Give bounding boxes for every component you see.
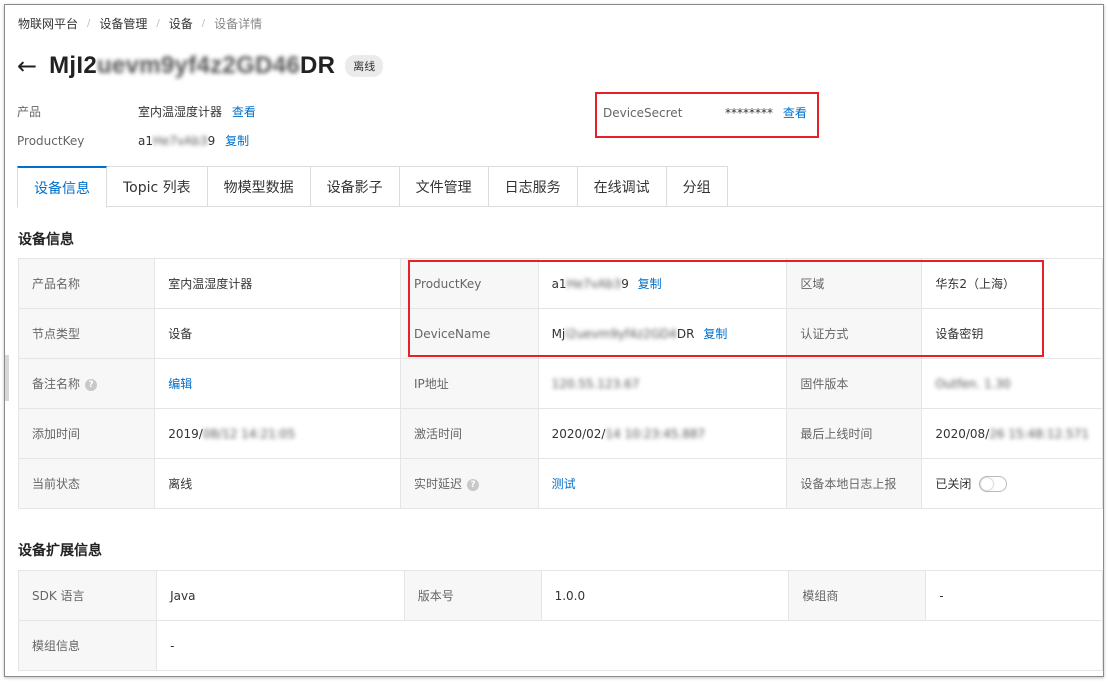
product-name-value: 室内温湿度计器 — [154, 258, 401, 309]
activated-time-value: 2020/02/14 10:23:45.887 — [537, 408, 788, 459]
cell-label: IP地址 — [400, 358, 539, 409]
table-row: 当前状态 离线 实时延迟? 测试 设备本地日志上报 已关闭 — [17, 458, 1103, 509]
node-type-value: 设备 — [154, 308, 401, 359]
title-blurred: uevm9yf4z2GD46 — [97, 52, 300, 79]
cell-label: 产品名称 — [17, 258, 156, 309]
breadcrumb-devices[interactable]: 设备 — [169, 15, 193, 32]
tab-bar: 设备信息 Topic 列表 物模型数据 设备影子 文件管理 日志服务 在线调试 … — [17, 166, 1103, 208]
table-row: 模组信息 - — [17, 620, 1103, 671]
tab-groups[interactable]: 分组 — [666, 166, 728, 207]
local-log-cell: 已关闭 — [921, 458, 1103, 509]
help-icon[interactable]: ? — [85, 378, 98, 391]
cell-label: 节点类型 — [17, 308, 156, 359]
breadcrumb: 物联网平台 / 设备管理 / 设备 / 设备详情 — [18, 15, 262, 32]
breadcrumb-separator: / — [201, 18, 206, 29]
device-info-title: 设备信息 — [18, 232, 74, 248]
ext-info-title: 设备扩展信息 — [18, 543, 102, 559]
breadcrumb-separator: / — [156, 18, 160, 29]
breadcrumb-iot-platform[interactable]: 物联网平台 — [18, 15, 78, 32]
ip-address-value: 120.55.123.67 — [537, 358, 788, 409]
cell-label: 添加时间 — [17, 408, 156, 459]
tab-file-management[interactable]: 文件管理 — [399, 166, 489, 207]
tab-device-info[interactable]: 设备信息 — [17, 166, 107, 208]
breadcrumb-device-management[interactable]: 设备管理 — [99, 15, 147, 32]
back-arrow-icon[interactable]: ← — [17, 54, 37, 78]
status-badge: 离线 — [345, 55, 384, 77]
product-label: 产品 — [17, 105, 42, 119]
last-online-time-value: 2020/08/26 15:48:12.571 — [921, 408, 1103, 459]
help-icon[interactable]: ? — [467, 478, 480, 491]
cell-label: 固件版本 — [786, 358, 923, 409]
ext-info-table: SDK 语言 Java 版本号 1.0.0 模组商 - 模组信息 - — [17, 570, 1103, 671]
meta-productkey: ProductKey a1He7vAb39 复制 — [17, 132, 249, 149]
page-header: ← MjI2uevm9yf4z2GD46DR 离线 — [17, 52, 384, 80]
page-title: MjI2uevm9yf4z2GD46DR — [49, 52, 335, 80]
table-row: 添加时间 2019/08/12 14:21:05 激活时间 2020/02/14… — [17, 408, 1103, 459]
remark-cell: 编辑 — [154, 358, 401, 409]
tab-online-debug[interactable]: 在线调试 — [577, 166, 667, 207]
cell-label: 模组商 — [788, 570, 927, 621]
productkey-label: ProductKey — [17, 134, 85, 148]
scroll-handle[interactable] — [5, 355, 9, 401]
highlight-box — [595, 92, 819, 138]
module-vendor-value: - — [925, 570, 1103, 621]
current-status-value: 离线 — [154, 458, 401, 509]
breadcrumb-separator: / — [87, 18, 91, 29]
firmware-version-value: Outfen. 1.30 — [921, 358, 1103, 409]
tab-topic-list[interactable]: Topic 列表 — [107, 166, 208, 207]
title-end: DR — [299, 52, 336, 79]
table-row: SDK 语言 Java 版本号 1.0.0 模组商 - — [17, 570, 1103, 621]
table-row: 备注名称? 编辑 IP地址 120.55.123.67 固件版本 Outfen.… — [17, 358, 1103, 409]
edit-remark-link[interactable]: 编辑 — [168, 377, 192, 391]
tab-log-service[interactable]: 日志服务 — [488, 166, 578, 207]
latency-cell: 测试 — [537, 458, 788, 509]
cell-label: 模组信息 — [17, 620, 158, 671]
productkey-value: a1He7vAb39 — [138, 134, 216, 148]
cell-label: 设备本地日志上报 — [786, 458, 923, 509]
cell-label: 备注名称? — [17, 358, 156, 409]
breadcrumb-device-detail: 设备详情 — [214, 17, 263, 31]
module-info-value: - — [156, 620, 1103, 671]
view-product-link[interactable]: 查看 — [232, 105, 256, 119]
sdk-language-value: Java — [156, 570, 405, 621]
cell-label: 当前状态 — [17, 458, 156, 509]
title-start: MjI2 — [49, 52, 97, 79]
app-window: 物联网平台 / 设备管理 / 设备 / 设备详情 ← MjI2uevm9yf4z… — [4, 4, 1104, 677]
cell-label: 实时延迟? — [400, 458, 539, 509]
cell-label: 版本号 — [403, 570, 542, 621]
cell-label: SDK 语言 — [17, 570, 158, 621]
copy-productkey-link[interactable]: 复制 — [225, 134, 249, 148]
cell-label: 激活时间 — [400, 408, 539, 459]
added-time-value: 2019/08/12 14:21:05 — [154, 408, 401, 459]
product-value: 室内温湿度计器 — [138, 105, 223, 119]
version-value: 1.0.0 — [540, 570, 790, 621]
test-latency-link[interactable]: 测试 — [552, 477, 576, 491]
tab-tsl-data[interactable]: 物模型数据 — [207, 166, 311, 207]
tab-device-shadow[interactable]: 设备影子 — [310, 166, 400, 207]
meta-product: 产品 室内温湿度计器 查看 — [17, 103, 256, 120]
highlight-box — [408, 260, 1044, 357]
local-log-toggle[interactable] — [979, 476, 1008, 493]
cell-label: 最后上线时间 — [786, 408, 923, 459]
